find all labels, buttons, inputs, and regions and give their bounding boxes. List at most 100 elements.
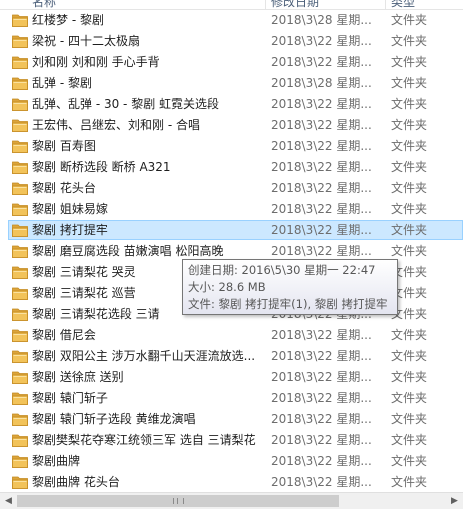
file-type: 文件夹 <box>391 391 428 405</box>
file-modified-date: 2018\3\28 星期... <box>271 13 372 27</box>
file-name[interactable]: 黎剧 辕门斩子 <box>32 388 262 409</box>
file-name[interactable]: 黎剧 双阳公主 涉万水翻千山天涯流放选... <box>32 346 262 367</box>
column-divider[interactable] <box>385 0 386 9</box>
folder-icon <box>12 328 28 342</box>
tooltip-size: 大小: 28.6 MB <box>188 280 266 294</box>
list-item[interactable]: 王宏伟、吕继宏、刘和刚 - 合唱 2018\3\22 星期... 文件夹 <box>0 115 463 136</box>
list-item[interactable]: 乱弹、乱弹 - 30 - 黎剧 虹霓关选段 2018\3\22 星期... 文件夹 <box>0 94 463 115</box>
column-divider[interactable] <box>265 0 266 9</box>
folder-icon <box>12 181 28 195</box>
file-type: 文件夹 <box>391 370 428 384</box>
folder-icon <box>12 433 28 447</box>
file-type: 文件夹 <box>391 454 428 468</box>
folder-icon <box>12 118 28 132</box>
file-name[interactable]: 黎剧曲牌 花头台 <box>32 472 262 492</box>
list-item[interactable]: 黎剧 辕门斩子选段 黄维龙演唱 2018\3\22 星期... 文件夹 <box>0 409 463 430</box>
file-modified-date: 2018\3\22 星期... <box>271 454 372 468</box>
file-name[interactable]: 黎剧 姐妹易嫁 <box>32 199 262 220</box>
list-item[interactable]: 黎剧 借尼会 2018\3\22 星期... 文件夹 <box>0 325 463 346</box>
file-type: 文件夹 <box>391 13 428 27</box>
list-item[interactable]: 黎剧 断桥选段 断桥 A321 2018\3\22 星期... 文件夹 <box>0 157 463 178</box>
list-item[interactable]: 黎剧 辕门斩子 2018\3\22 星期... 文件夹 <box>0 388 463 409</box>
tooltip-files: 文件: 黎剧 拷打提牢(1), 黎剧 拷打提牢 <box>188 297 388 311</box>
scroll-right-arrow-icon[interactable]: ▶ <box>446 493 463 510</box>
list-item[interactable]: 乱弹 - 黎剧 2018\3\28 星期... 文件夹 <box>0 73 463 94</box>
file-info-tooltip: 创建日期: 2016\5\30 星期一 22:47 大小: 28.6 MB 文件… <box>182 259 398 315</box>
list-item[interactable]: 梁祝 - 四十二太极扇 2018\3\22 星期... 文件夹 <box>0 31 463 52</box>
file-name[interactable]: 黎剧 送徐庶 送别 <box>32 367 262 388</box>
folder-icon <box>12 412 28 426</box>
file-modified-date: 2018\3\22 星期... <box>271 433 372 447</box>
file-name[interactable]: 黎剧 花头台 <box>32 178 262 199</box>
folder-icon <box>12 97 28 111</box>
horizontal-scrollbar[interactable]: ◀ ▶ <box>0 492 463 510</box>
file-type: 文件夹 <box>391 433 428 447</box>
file-modified-date: 2018\3\22 星期... <box>271 202 372 216</box>
file-modified-date: 2018\3\22 星期... <box>271 391 372 405</box>
folder-icon <box>12 370 28 384</box>
list-item-selected[interactable]: 黎剧 拷打提牢 2018\3\22 星期... 文件夹 <box>0 220 463 241</box>
file-type: 文件夹 <box>391 349 428 363</box>
file-name[interactable]: 黎剧樊梨花夺寒江统领三军 选自 三请梨花 <box>32 430 262 451</box>
file-type: 文件夹 <box>391 160 428 174</box>
folder-icon <box>12 349 28 363</box>
file-name[interactable]: 梁祝 - 四十二太极扇 <box>32 31 262 52</box>
file-type: 文件夹 <box>391 475 428 489</box>
folder-icon <box>12 55 28 69</box>
folder-icon <box>12 475 28 489</box>
list-item[interactable]: 黎剧曲牌 2018\3\22 星期... 文件夹 <box>0 451 463 472</box>
file-name[interactable]: 刘和刚 刘和刚 手心手背 <box>32 52 262 73</box>
scrollbar-thumb[interactable] <box>17 495 339 507</box>
file-modified-date: 2018\3\22 星期... <box>271 223 372 237</box>
file-name[interactable]: 黎剧 百寿图 <box>32 136 262 157</box>
file-modified-date: 2018\3\22 星期... <box>271 412 372 426</box>
folder-icon <box>12 307 28 321</box>
file-type: 文件夹 <box>391 55 428 69</box>
folder-icon <box>12 265 28 279</box>
file-modified-date: 2018\3\22 星期... <box>271 328 372 342</box>
file-name[interactable]: 乱弹 - 黎剧 <box>32 73 262 94</box>
file-modified-date: 2018\3\22 星期... <box>271 55 372 69</box>
folder-icon <box>12 76 28 90</box>
list-item[interactable]: 黎剧 姐妹易嫁 2018\3\22 星期... 文件夹 <box>0 199 463 220</box>
file-type: 文件夹 <box>391 139 428 153</box>
file-type: 文件夹 <box>391 328 428 342</box>
file-name[interactable]: 乱弹、乱弹 - 30 - 黎剧 虹霓关选段 <box>32 94 262 115</box>
file-name[interactable]: 王宏伟、吕继宏、刘和刚 - 合唱 <box>32 115 262 136</box>
file-name[interactable]: 红楼梦 - 黎剧 <box>32 10 262 31</box>
status-bar <box>0 509 463 519</box>
scroll-left-arrow-icon[interactable]: ◀ <box>0 493 17 510</box>
list-item[interactable]: 黎剧 花头台 2018\3\22 星期... 文件夹 <box>0 178 463 199</box>
file-name[interactable]: 黎剧 借尼会 <box>32 325 262 346</box>
list-item[interactable]: 刘和刚 刘和刚 手心手背 2018\3\22 星期... 文件夹 <box>0 52 463 73</box>
file-name[interactable]: 黎剧 断桥选段 断桥 A321 <box>32 157 262 178</box>
folder-icon <box>12 13 28 27</box>
file-type: 文件夹 <box>391 34 428 48</box>
folder-icon <box>12 391 28 405</box>
file-modified-date: 2018\3\22 星期... <box>271 139 372 153</box>
file-type: 文件夹 <box>391 76 428 90</box>
list-item[interactable]: 黎剧 双阳公主 涉万水翻千山天涯流放选... 2018\3\22 星期... 文件夹 <box>0 346 463 367</box>
list-item[interactable]: 黎剧 百寿图 2018\3\22 星期... 文件夹 <box>0 136 463 157</box>
file-type: 文件夹 <box>391 97 428 111</box>
file-type: 文件夹 <box>391 223 428 237</box>
list-item[interactable]: 黎剧曲牌 花头台 2018\3\22 星期... 文件夹 <box>0 472 463 492</box>
file-name[interactable]: 黎剧 拷打提牢 <box>32 220 262 241</box>
folder-icon <box>12 139 28 153</box>
list-item[interactable]: 黎剧 送徐庶 送别 2018\3\22 星期... 文件夹 <box>0 367 463 388</box>
folder-icon <box>12 160 28 174</box>
file-name[interactable]: 黎剧 辕门斩子选段 黄维龙演唱 <box>32 409 262 430</box>
folder-icon <box>12 202 28 216</box>
file-modified-date: 2018\3\22 星期... <box>271 160 372 174</box>
tooltip-created-date: 创建日期: 2016\5\30 星期一 22:47 <box>188 263 376 277</box>
folder-icon <box>12 454 28 468</box>
list-item[interactable]: 黎剧樊梨花夺寒江统领三军 选自 三请梨花 2018\3\22 星期... 文件夹 <box>0 430 463 451</box>
file-modified-date: 2018\3\22 星期... <box>271 349 372 363</box>
folder-icon <box>12 286 28 300</box>
file-modified-date: 2018\3\22 星期... <box>271 370 372 384</box>
file-name[interactable]: 黎剧曲牌 <box>32 451 262 472</box>
scrollbar-grip-icon <box>173 498 184 504</box>
file-type: 文件夹 <box>391 412 428 426</box>
file-type: 文件夹 <box>391 118 428 132</box>
list-item[interactable]: 红楼梦 - 黎剧 2018\3\28 星期... 文件夹 <box>0 10 463 31</box>
